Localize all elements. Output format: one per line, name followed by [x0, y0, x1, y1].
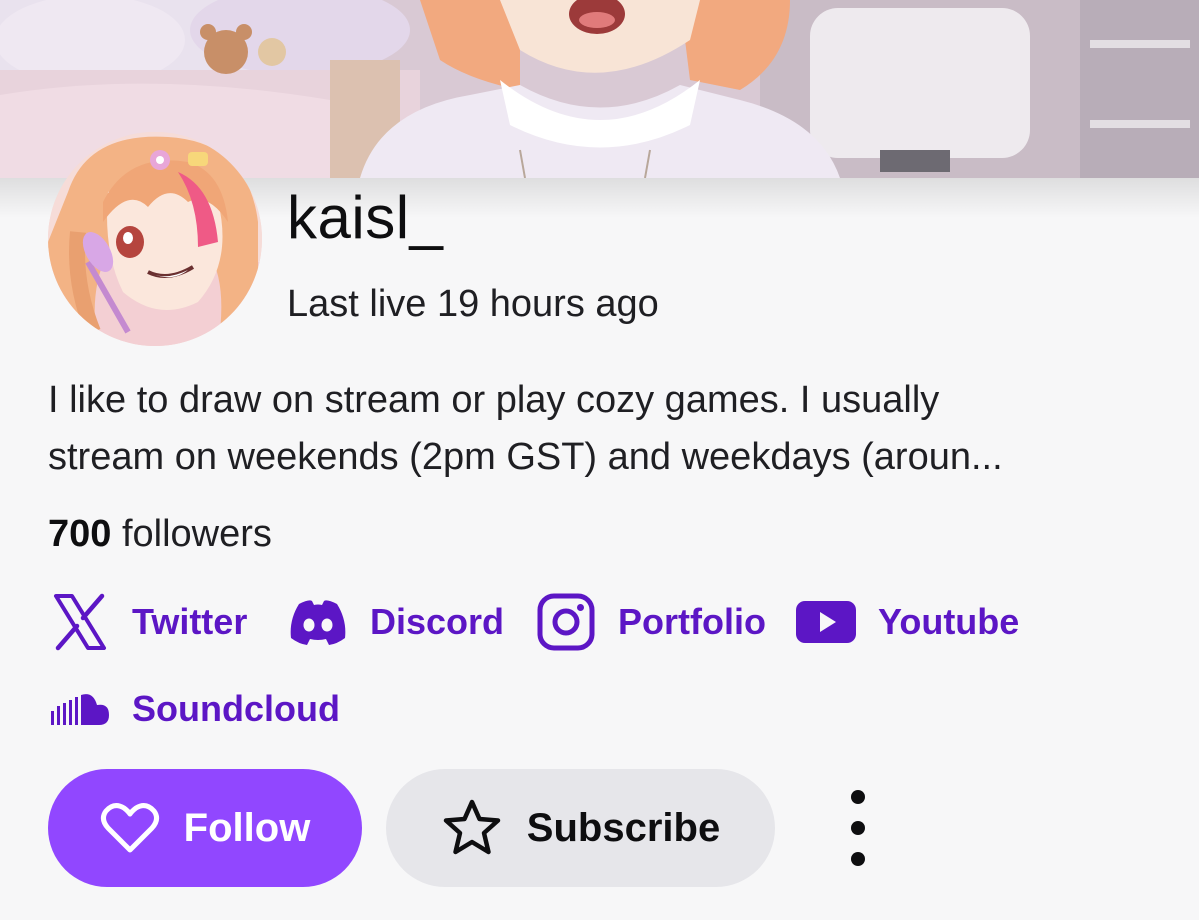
- followers-label: followers: [121, 513, 272, 555]
- channel-name: kaisl_: [287, 184, 444, 251]
- social-label: Twitter: [132, 601, 248, 642]
- social-label: Soundcloud: [132, 688, 340, 729]
- more-vertical-icon-dot: [851, 852, 865, 866]
- x-twitter-icon: [48, 590, 112, 654]
- channel-avatar[interactable]: [48, 132, 262, 346]
- social-link-portfolio[interactable]: Portfolio: [534, 590, 766, 654]
- bio-line: I like to draw on stream or play cozy ga…: [48, 379, 940, 421]
- social-link-discord[interactable]: Discord: [286, 590, 504, 654]
- more-vertical-icon-dot: [851, 790, 865, 804]
- subscribe-button[interactable]: Subscribe: [386, 769, 775, 887]
- bio-line: stream on weekends (2pm GST) and weekday…: [48, 436, 1003, 478]
- discord-icon: [286, 590, 350, 654]
- social-link-twitter[interactable]: Twitter: [48, 590, 247, 654]
- youtube-icon: [794, 590, 858, 654]
- social-label: Discord: [370, 601, 505, 642]
- star-icon: [441, 798, 503, 858]
- soundcloud-icon: [48, 677, 112, 741]
- social-link-soundcloud[interactable]: Soundcloud: [48, 677, 340, 741]
- instagram-icon: [534, 590, 598, 654]
- last-live-status: Last live 19 hours ago: [287, 283, 659, 325]
- social-label: Youtube: [878, 601, 1020, 642]
- social-label: Portfolio: [618, 601, 766, 642]
- follow-button[interactable]: Follow: [48, 769, 362, 887]
- followers-number: 700: [48, 513, 112, 555]
- follow-label: Follow: [183, 805, 311, 850]
- channel-bio[interactable]: I like to draw on stream or play cozy ga…: [48, 372, 1168, 486]
- more-vertical-icon-dot: [851, 821, 865, 835]
- subscribe-label: Subscribe: [526, 805, 721, 850]
- social-link-youtube[interactable]: Youtube: [794, 590, 1019, 654]
- followers-count: 700 followers: [48, 512, 272, 556]
- heart-icon: [100, 802, 160, 854]
- more-options-button[interactable]: [828, 790, 888, 866]
